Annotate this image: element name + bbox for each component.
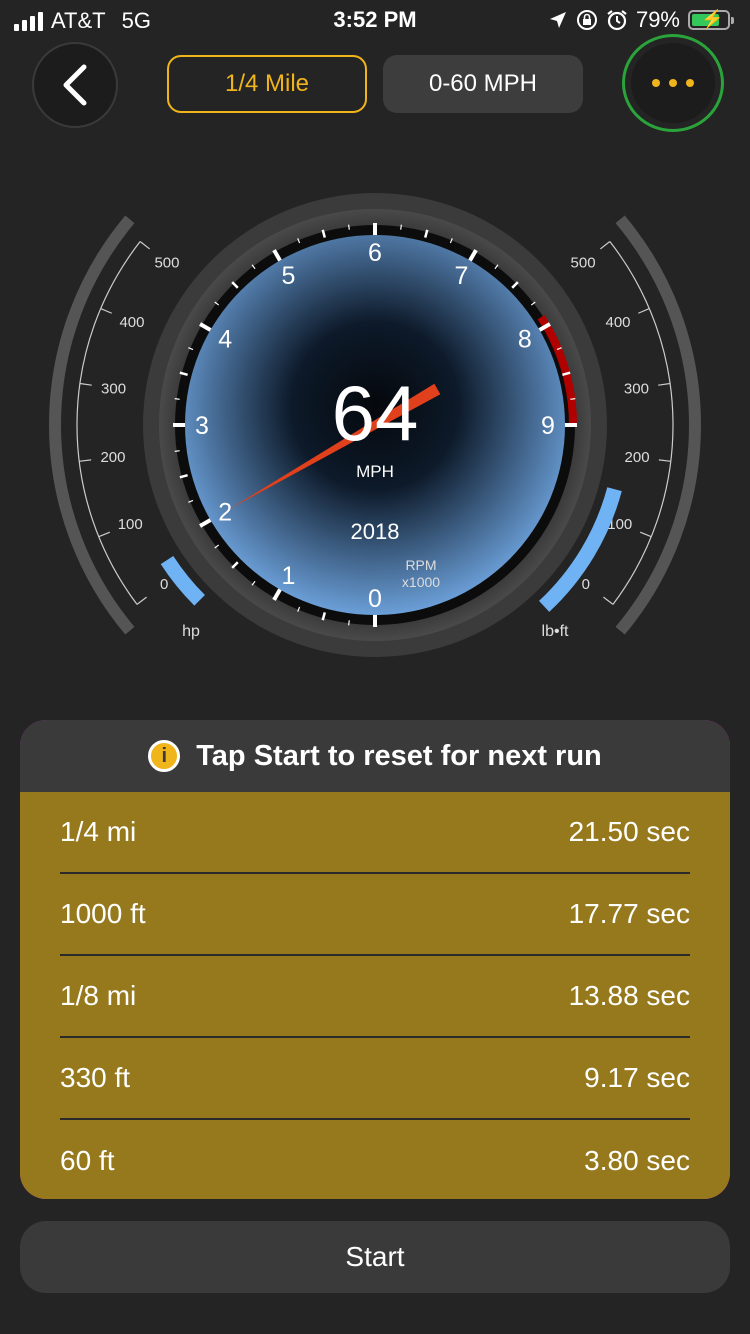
result-distance: 60 ft bbox=[60, 1145, 115, 1176]
rpm-tick-label: 6 bbox=[368, 239, 382, 267]
back-button[interactable] bbox=[32, 42, 118, 128]
tab-quarter-mile[interactable]: 1/4 Mile bbox=[167, 55, 367, 113]
result-row: 1/4 mi 21.50 sec bbox=[60, 792, 690, 874]
torque-tick bbox=[658, 459, 671, 462]
hp-tick bbox=[100, 308, 112, 314]
result-time: 13.88 sec bbox=[568, 980, 690, 1011]
torque-tick-label: 200 bbox=[625, 449, 650, 466]
rpm-tick-label: 2 bbox=[218, 499, 232, 527]
result-distance: 1/8 mi bbox=[60, 980, 137, 1011]
torque-bracket bbox=[615, 215, 701, 635]
results-header: i Tap Start to reset for next run bbox=[20, 720, 730, 792]
torque-tick-label: 0 bbox=[582, 576, 590, 593]
chevron-left-icon bbox=[63, 64, 87, 106]
torque-tick bbox=[658, 382, 671, 386]
hp-tick bbox=[79, 382, 92, 386]
torque-tick-label: 300 bbox=[624, 380, 649, 397]
rpm-tick bbox=[570, 398, 576, 400]
rpm-tick-label: 3 bbox=[195, 412, 209, 440]
speed-readout: 64 bbox=[331, 369, 419, 457]
rpm-tick bbox=[174, 398, 180, 400]
result-distance: 330 ft bbox=[60, 1062, 131, 1093]
result-row: 1000 ft 17.77 sec bbox=[60, 874, 690, 956]
status-right: 79% ⚡ bbox=[548, 7, 734, 33]
torque-unit: lb•ft bbox=[541, 623, 569, 640]
info-icon: i bbox=[148, 740, 181, 772]
rpm-tick-label: 1 bbox=[282, 562, 296, 590]
tab-zero-to-sixty[interactable]: 0-60 MPH bbox=[383, 55, 583, 113]
hp-tick-label: 300 bbox=[101, 380, 126, 397]
rpm-tick bbox=[400, 224, 402, 230]
result-time: 21.50 sec bbox=[568, 816, 690, 847]
hp-unit: hp bbox=[182, 623, 200, 640]
battery-percent: 79% bbox=[635, 7, 680, 32]
rpm-tick-label: 4 bbox=[218, 326, 232, 354]
alarm-icon bbox=[607, 10, 627, 31]
hp-bracket bbox=[49, 215, 135, 635]
hp-tick-label: 500 bbox=[154, 254, 179, 271]
torque-tick-label: 400 bbox=[605, 314, 630, 331]
results-panel: i Tap Start to reset for next run 1/4 mi… bbox=[20, 720, 730, 1199]
rpm-tick-label: 8 bbox=[518, 326, 532, 354]
rpm-tick-label: 0 bbox=[368, 585, 382, 613]
result-row: 330 ft 9.17 sec bbox=[60, 1038, 690, 1120]
hp-tick bbox=[98, 531, 111, 538]
torque-tick bbox=[600, 241, 611, 250]
rpm-tick bbox=[174, 450, 180, 452]
rpm-label: RPM bbox=[405, 557, 437, 573]
torque-tick bbox=[638, 308, 650, 314]
torque-tick-label: 500 bbox=[571, 254, 596, 271]
torque-tick bbox=[639, 531, 652, 538]
hp-tick bbox=[139, 241, 150, 250]
hp-tick-label: 400 bbox=[119, 314, 144, 331]
rpm-tick-label: 9 bbox=[541, 412, 555, 440]
result-time: 17.77 sec bbox=[568, 898, 690, 929]
charging-bolt-icon: ⚡ bbox=[701, 9, 724, 29]
orientation-lock-icon bbox=[576, 10, 597, 30]
hp-tick-label: 100 bbox=[118, 516, 143, 533]
battery-charging-icon: ⚡ bbox=[688, 9, 734, 30]
results-list: 1/4 mi 21.50 sec 1000 ft 17.77 sec 1/8 mi 1… bbox=[20, 792, 730, 1199]
result-time: 9.17 sec bbox=[584, 1062, 690, 1093]
result-distance: 1/4 mi bbox=[60, 816, 137, 847]
result-row: 60 ft 3.80 sec bbox=[60, 1120, 690, 1199]
hp-tick bbox=[136, 596, 147, 605]
status-bar: AT&T 5G 3:52 PM 79% ⚡ bbox=[0, 0, 750, 40]
hp-tick-label: 200 bbox=[100, 449, 125, 466]
rpm-multiplier: x1000 bbox=[401, 574, 441, 590]
reset-message: Tap Start to reset for next run bbox=[196, 739, 602, 772]
rpm-tick-label: 7 bbox=[455, 262, 469, 290]
more-options-button[interactable] bbox=[622, 34, 724, 132]
start-button[interactable]: Start bbox=[20, 1221, 730, 1293]
torque-tick bbox=[603, 596, 614, 605]
result-distance: 1000 ft bbox=[60, 898, 146, 929]
hp-tick-label: 0 bbox=[160, 576, 168, 593]
rpm-tick bbox=[348, 224, 350, 230]
model-year: 2018 bbox=[350, 519, 400, 544]
ellipsis-icon bbox=[631, 43, 715, 123]
result-row: 1/8 mi 13.88 sec bbox=[60, 956, 690, 1038]
hp-tick bbox=[79, 459, 92, 462]
location-icon bbox=[549, 12, 566, 28]
rpm-tick bbox=[348, 620, 350, 626]
result-time: 3.80 sec bbox=[584, 1145, 690, 1176]
rpm-tick-label: 5 bbox=[282, 262, 296, 290]
speed-unit: MPH bbox=[356, 462, 394, 481]
performance-gauge: 0 100 200 300 400 500 0 100 200 300 400 500 0 1 2 3 4 5 6 7… bbox=[0, 180, 750, 670]
